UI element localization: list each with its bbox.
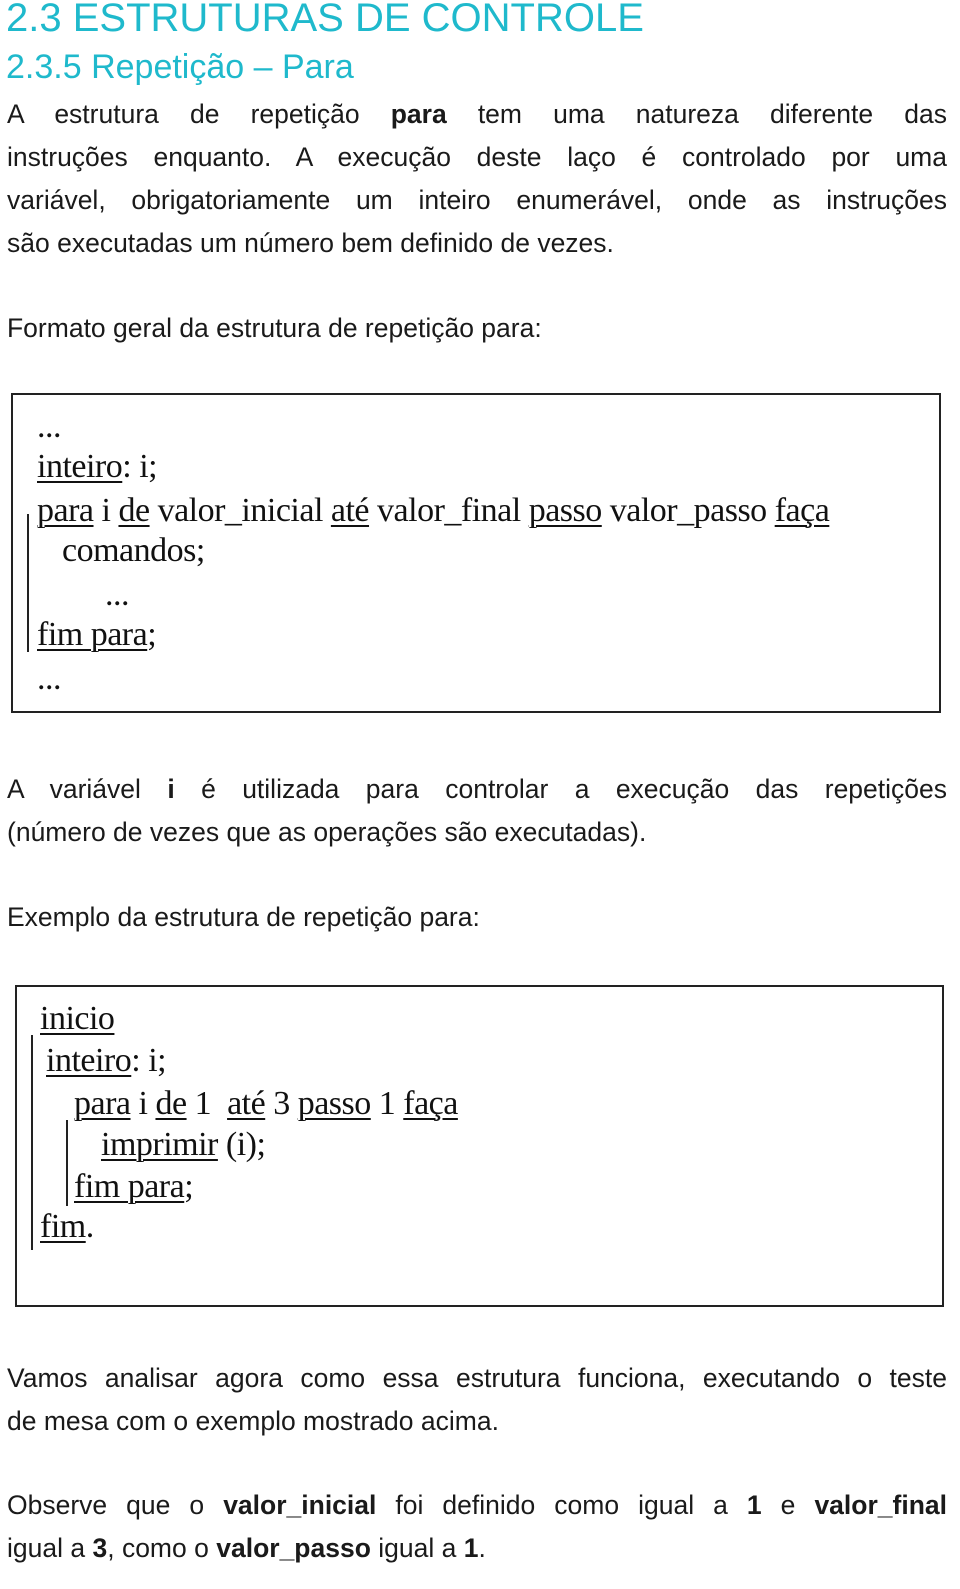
- kw-de: de: [155, 1085, 187, 1122]
- observe-paragraph: Observe que o valor_inicial foi definido…: [7, 1484, 947, 1570]
- format-label: Formato geral da estrutura de repetição …: [7, 307, 947, 350]
- intro-line-3: variável, obrigatoriamente um inteiro en…: [7, 185, 947, 215]
- kw-fim-para: fim para: [74, 1168, 185, 1205]
- code-line-body: comandos;: [62, 532, 205, 569]
- kw-faca: faça: [774, 492, 830, 529]
- text: : i;: [131, 1042, 167, 1079]
- analysis-line-2: de mesa com o exemplo mostrado acima.: [7, 1406, 499, 1436]
- kw-inteiro: inteiro: [37, 448, 123, 485]
- block-bracket: [27, 514, 29, 652]
- value: 1: [463, 1533, 479, 1563]
- code-line-loop-header: para i de 1 até 3 passo 1 faça: [74, 1085, 458, 1123]
- text: i: [130, 1085, 156, 1122]
- kw-inteiro: inteiro: [46, 1042, 132, 1079]
- code-line-dots: ...: [105, 576, 130, 613]
- intro-line-1: A estrutura de repetição para tem uma na…: [7, 93, 947, 136]
- text: 1: [186, 1085, 228, 1122]
- kw-fim-para: fim para: [37, 616, 148, 653]
- text: .: [85, 1208, 95, 1245]
- loop-bracket: [66, 1120, 68, 1206]
- term-valor-inicial: valor_inicial: [223, 1490, 377, 1520]
- code-line-end: fim.: [40, 1208, 94, 1246]
- value: 1: [746, 1490, 762, 1520]
- code-line-end: fim para;: [37, 616, 157, 654]
- variable-paragraph: A variável i é utilizada para controlar …: [7, 768, 947, 854]
- keyword-para: para: [390, 99, 447, 129]
- text: A variável: [7, 774, 141, 804]
- text: foi definido como igual a: [395, 1490, 728, 1520]
- variable-line-2: (número de vezes que as operações são ex…: [7, 817, 647, 847]
- format-label-text: Formato geral da estrutura de repetição …: [7, 313, 542, 343]
- kw-inicio: inicio: [40, 1000, 115, 1037]
- subsection-title: 2.3.5 Repetição – Para: [6, 48, 354, 86]
- text: e: [780, 1490, 796, 1520]
- text: (i);: [217, 1126, 266, 1163]
- text: , como o: [107, 1533, 209, 1563]
- text: A estrutura de repetição: [7, 99, 360, 129]
- text: Observe que o: [7, 1490, 205, 1520]
- kw-ate: até: [330, 492, 370, 529]
- intro-line-4: são executadas um número bem definido de…: [7, 228, 614, 258]
- text: valor_final: [369, 492, 529, 529]
- code-line-loop-end: fim para;: [74, 1168, 194, 1206]
- code-line-declaration: inteiro: i;: [46, 1042, 167, 1080]
- kw-fim: fim: [40, 1208, 86, 1245]
- text: valor_passo: [601, 492, 775, 529]
- code-line-dots: ...: [37, 660, 62, 697]
- analysis-paragraph: Vamos analisar agora como essa estrutura…: [7, 1357, 947, 1443]
- kw-passo: passo: [297, 1085, 372, 1122]
- text: 3: [265, 1085, 298, 1122]
- intro-line-2: instruções enquanto. A execução deste la…: [7, 142, 947, 172]
- intro-paragraph: A estrutura de repetição para tem uma na…: [7, 93, 947, 265]
- term-valor-passo: valor_passo: [216, 1533, 371, 1563]
- code-line-declaration: inteiro: i;: [37, 448, 158, 486]
- text: é utilizada para controlar a execução da…: [201, 774, 948, 804]
- text: ;: [147, 616, 157, 653]
- kw-ate: até: [227, 1085, 266, 1122]
- program-bracket: [31, 1035, 33, 1250]
- value: 3: [92, 1533, 108, 1563]
- kw-faca: faça: [403, 1085, 458, 1122]
- code-line-body: imprimir (i);: [101, 1126, 266, 1164]
- variable-line-1: A variável i é utilizada para controlar …: [7, 768, 947, 811]
- analysis-line-1: Vamos analisar agora como essa estrutura…: [7, 1363, 947, 1393]
- variable-i: i: [167, 774, 175, 804]
- text: ;: [184, 1168, 194, 1205]
- kw-de: de: [118, 492, 150, 529]
- code-line-start: inicio: [40, 1000, 115, 1038]
- text: i: [93, 492, 119, 529]
- code-line-dots: ...: [37, 408, 62, 445]
- code-line-loop-header: para i de valor_inicial até valor_final …: [37, 492, 830, 530]
- kw-para: para: [74, 1085, 131, 1122]
- text: igual a: [378, 1533, 457, 1563]
- kw-passo: passo: [528, 492, 603, 529]
- kw-para: para: [37, 492, 94, 529]
- example-label: Exemplo da estrutura de repetição para:: [7, 896, 947, 939]
- example-label-text: Exemplo da estrutura de repetição para:: [7, 902, 480, 932]
- text: valor_inicial: [149, 492, 331, 529]
- observe-line-1: Observe que o valor_inicial foi definido…: [7, 1484, 947, 1527]
- text: tem uma natureza diferente das: [477, 99, 947, 129]
- term-valor-final: valor_final: [814, 1490, 947, 1520]
- text: .: [478, 1533, 486, 1563]
- kw-imprimir: imprimir: [101, 1126, 218, 1163]
- text: 1: [370, 1085, 404, 1122]
- text: : i;: [122, 448, 158, 485]
- section-title: 2.3 ESTRUTURAS DE CONTROLE: [6, 0, 644, 40]
- text: igual a: [7, 1533, 86, 1563]
- observe-line-2: igual a 3, como o valor_passo igual a 1.: [7, 1527, 947, 1570]
